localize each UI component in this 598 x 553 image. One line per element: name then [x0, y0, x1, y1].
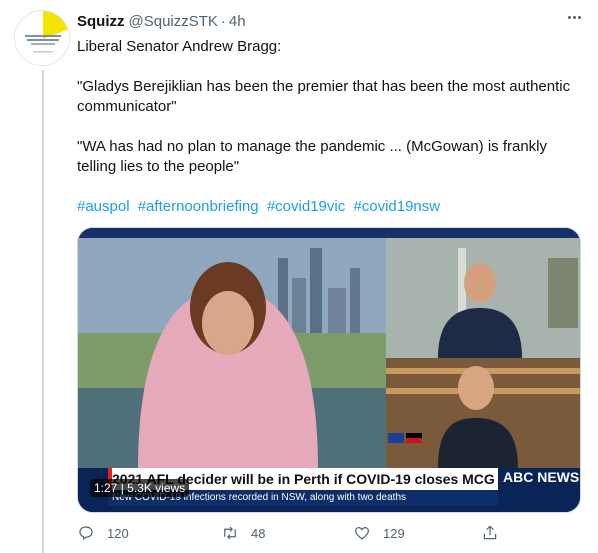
tweet-timestamp[interactable]: 4h: [229, 13, 246, 30]
hashtag-link[interactable]: #auspol: [77, 198, 130, 215]
tweet-paragraph: "Gladys Berejiklian has been the premier…: [77, 78, 571, 115]
like-count: 129: [383, 525, 405, 541]
thread-connector-line: [42, 70, 44, 553]
video-player[interactable]: 2021 AFL decider will be in Perth if COV…: [77, 227, 581, 513]
tweet-body: Squizz @SquizzSTK · 4h Liberal Senator A…: [77, 10, 582, 541]
hashtag-link[interactable]: #covid19nsw: [353, 198, 440, 215]
tweet-paragraph: Liberal Senator Andrew Bragg:: [77, 38, 282, 55]
hashtag-link[interactable]: #afternoonbriefing: [138, 198, 259, 215]
retweet-count: 48: [251, 525, 266, 541]
video-duration: 1:27: [94, 481, 118, 495]
separator-dot: ·: [220, 12, 226, 30]
tweet-paragraph: "WA has had no plan to manage the pandem…: [77, 138, 548, 175]
reply-icon: [79, 526, 93, 541]
video-views: 5.3K views: [127, 481, 186, 495]
author-name[interactable]: Squizz: [77, 13, 125, 30]
like-button[interactable]: 129: [353, 524, 405, 542]
avatar-image: [15, 11, 69, 65]
video-duration-views: 1:27 | 5.3K views: [90, 479, 190, 497]
like-icon: [355, 526, 369, 540]
tweet-text: Liberal Senator Andrew Bragg: "Gladys Be…: [77, 37, 582, 217]
reply-button[interactable]: 120: [77, 524, 129, 542]
hashtag-link[interactable]: #covid19vic: [267, 198, 345, 215]
tweet-header: Squizz @SquizzSTK · 4h: [77, 10, 582, 32]
avatar[interactable]: [14, 10, 70, 66]
more-icon[interactable]: [568, 16, 582, 20]
share-button[interactable]: [481, 524, 499, 542]
author-handle[interactable]: @SquizzSTK: [129, 13, 218, 30]
retweet-icon: [224, 526, 236, 540]
retweet-button[interactable]: 48: [221, 524, 265, 542]
hashtag-list: #auspol #afternoonbriefing #covid19vic #…: [77, 197, 582, 217]
channel-logo: ABC NEWS: [503, 469, 580, 485]
tweet-actions: 120 48 129: [77, 522, 517, 544]
reply-count: 120: [107, 525, 129, 541]
share-icon: [483, 525, 497, 540]
